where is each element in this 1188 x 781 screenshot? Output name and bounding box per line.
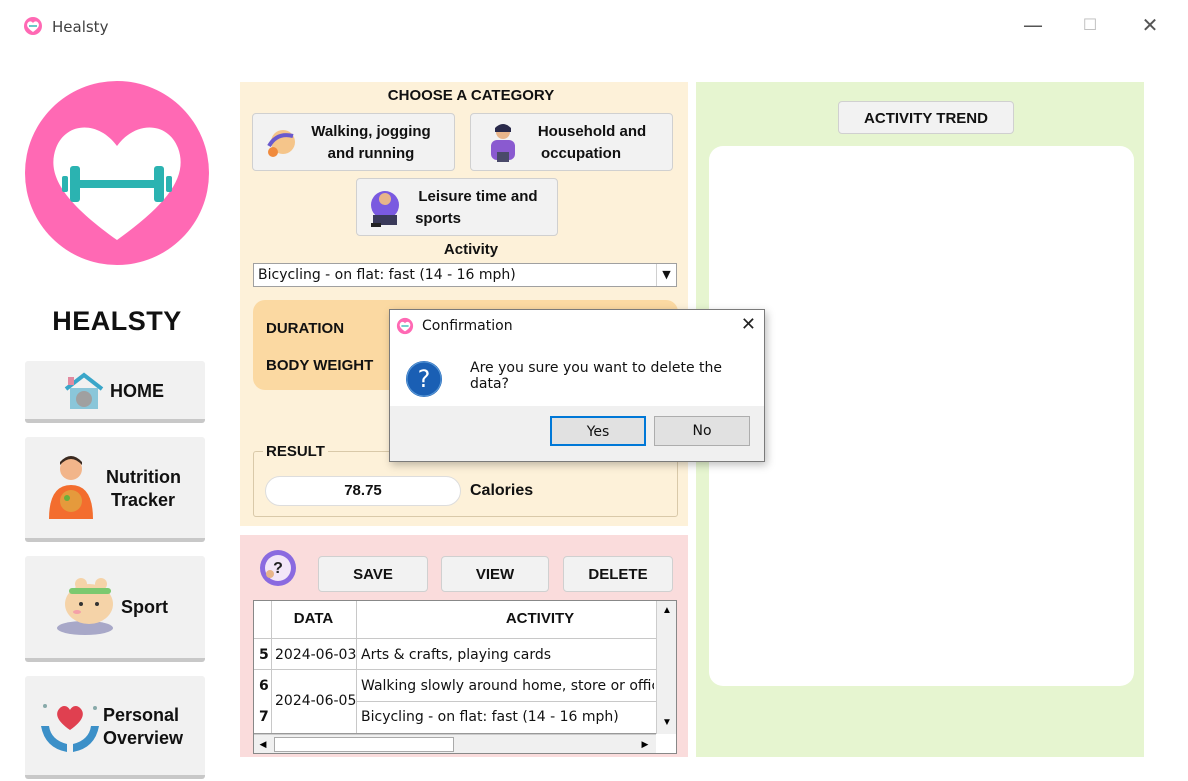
sidebar-item-label: Tracker — [111, 490, 176, 510]
house-icon — [64, 372, 104, 409]
history-table: DATA ACTIVITY 5 2024-06-03 Arts & crafts… — [253, 600, 677, 754]
row-activity: Walking slowly around home, store or off… — [361, 678, 654, 694]
horizontal-scroll-thumb[interactable] — [274, 737, 454, 752]
delete-button[interactable]: DELETE — [563, 556, 673, 592]
sidebar-item-sport[interactable]: Sport — [25, 556, 205, 662]
sidebar-item-label: HOME — [110, 381, 164, 401]
category-label: Walking, jogging — [311, 123, 431, 140]
category-title: CHOOSE A CATEGORY — [387, 87, 555, 104]
table-header-data[interactable]: DATA — [271, 610, 356, 627]
category-label: Leisure time and — [418, 188, 538, 205]
scroll-left-icon[interactable]: ◀ — [254, 735, 272, 753]
row-date: 2024-06-05 — [275, 693, 357, 709]
confirmation-dialog: Confirmation ✕ ? Are you sure you want t… — [389, 309, 765, 462]
horizontal-scrollbar[interactable]: ◀ ▶ — [254, 734, 656, 753]
dialog-titlebar: Confirmation ✕ — [390, 310, 764, 342]
dropdown-arrow-icon[interactable]: ▼ — [656, 264, 676, 286]
activity-select[interactable]: Bicycling - on flat: fast (14 - 16 mph) … — [253, 263, 677, 287]
close-button[interactable]: ✕ — [1132, 10, 1168, 40]
maximize-button[interactable]: ☐ — [1072, 10, 1108, 40]
sidebar-item-label: Personal — [103, 705, 180, 725]
sidebar-item-label: Overview — [103, 728, 184, 748]
yes-button[interactable]: Yes — [550, 416, 646, 446]
category-household-button[interactable]: Household and occupation — [470, 113, 673, 171]
dialog-close-icon[interactable]: ✕ — [741, 314, 756, 335]
sidebar-item-nutrition-tracker[interactable]: Nutrition Tracker — [25, 437, 205, 542]
app-logo-icon — [24, 17, 42, 35]
vertical-scrollbar[interactable]: ▲ ▼ — [656, 601, 676, 734]
category-label: occupation — [540, 145, 621, 162]
view-button[interactable]: VIEW — [441, 556, 549, 592]
scroll-up-icon[interactable]: ▲ — [657, 601, 676, 621]
row-index: 5 — [259, 647, 269, 663]
person-eating-icon — [49, 456, 93, 519]
row-index: 6 — [259, 678, 269, 694]
row-index: 7 — [259, 709, 269, 725]
brand-name: HEALSTY — [52, 306, 182, 336]
hamster-exercise-icon — [57, 578, 113, 635]
scroll-down-icon[interactable]: ▼ — [657, 713, 676, 733]
walking-person-icon — [267, 130, 295, 157]
no-button[interactable]: No — [654, 416, 750, 446]
table-header-activity[interactable]: ACTIVITY — [356, 610, 656, 627]
heart-in-hands-icon — [41, 704, 99, 752]
trend-chart-area — [709, 146, 1134, 686]
activity-label: Activity — [443, 241, 499, 258]
healsty-logo-icon — [25, 81, 209, 265]
category-leisure-button[interactable]: Leisure time and sports — [356, 178, 558, 236]
dialog-message: Are you sure you want to delete the data… — [470, 360, 722, 392]
question-icon: ? — [406, 361, 442, 397]
row-date: 2024-06-03 — [275, 647, 357, 663]
svg-text:?: ? — [273, 560, 283, 577]
body-weight-label: BODY WEIGHT — [266, 357, 374, 374]
result-unit: Calories — [470, 482, 534, 499]
row-activity: Arts & crafts, playing cards — [361, 647, 552, 663]
result-value: 78.75 — [265, 476, 461, 506]
result-label: RESULT — [263, 443, 328, 460]
category-label: and running — [327, 145, 415, 162]
sidebar-item-label: Nutrition — [106, 467, 181, 487]
help-person-icon[interactable]: ? — [258, 548, 298, 588]
window-title: Healsty — [52, 18, 109, 36]
row-activity: Bicycling - on flat: fast (14 - 16 mph) — [361, 709, 619, 725]
save-button[interactable]: SAVE — [318, 556, 428, 592]
activity-select-value: Bicycling - on flat: fast (14 - 16 mph) — [258, 267, 516, 283]
activity-trend-button[interactable]: ACTIVITY TREND — [838, 101, 1014, 134]
scroll-right-icon[interactable]: ▶ — [636, 735, 654, 753]
sidebar-item-label: Sport — [121, 597, 168, 617]
sidebar-item-personal-overview[interactable]: Personal Overview — [25, 676, 205, 779]
minimize-button[interactable]: — — [1015, 10, 1051, 40]
leisure-person-icon — [371, 191, 399, 227]
sidebar-item-home[interactable]: HOME — [25, 361, 205, 423]
household-person-icon — [491, 124, 515, 162]
duration-label: DURATION — [266, 320, 345, 337]
category-walking-button[interactable]: Walking, jogging and running — [252, 113, 455, 171]
window-titlebar: Healsty — ☐ ✕ — [0, 0, 1188, 50]
dialog-title: Confirmation — [422, 318, 513, 334]
category-label: Household and — [537, 123, 647, 140]
category-label: sports — [415, 210, 461, 227]
app-logo-icon — [396, 317, 414, 335]
svg-text:?: ? — [418, 365, 431, 393]
